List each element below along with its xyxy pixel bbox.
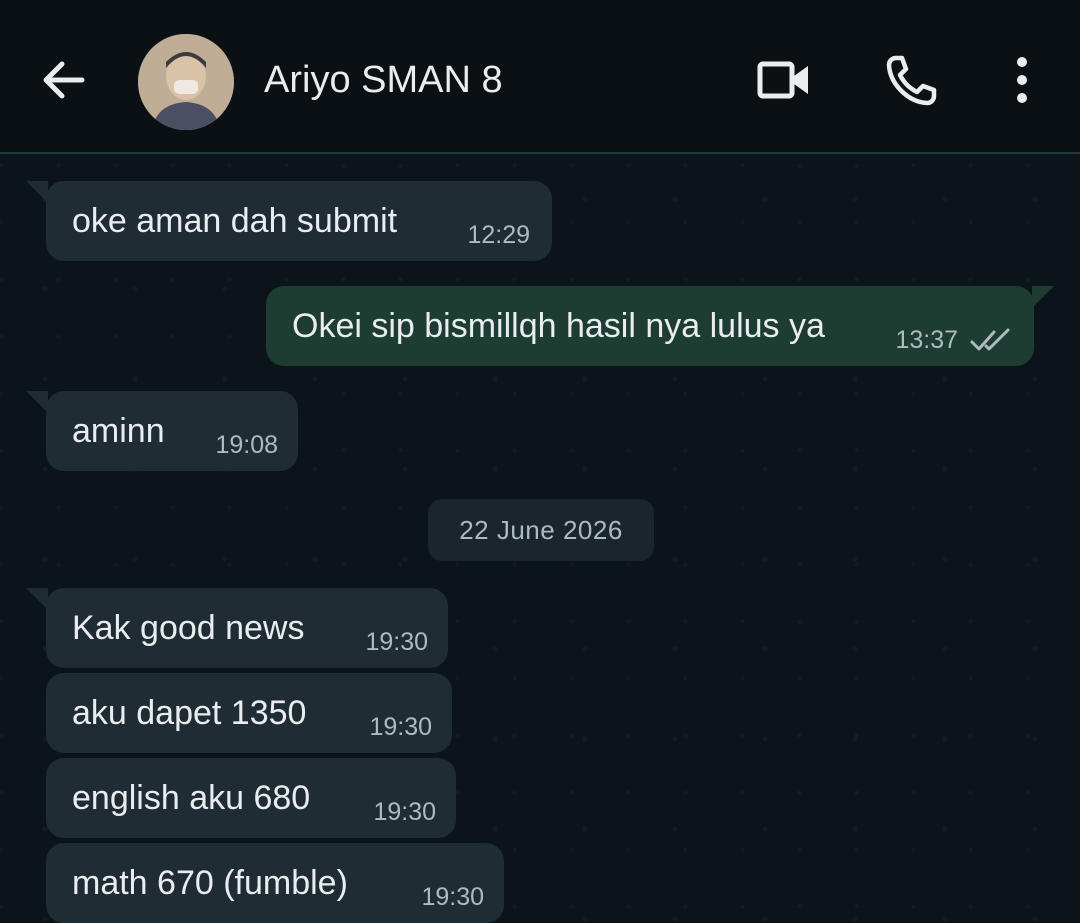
contact-avatar[interactable] — [138, 34, 234, 130]
message-time: 19:30 — [373, 798, 436, 826]
message-text: Kak good news — [72, 609, 305, 647]
message-time: 19:30 — [365, 628, 428, 656]
message-time: 12:29 — [467, 221, 530, 249]
more-options-button[interactable] — [992, 50, 1052, 110]
message-bubble-incoming[interactable]: Kak good news 19:30 — [26, 588, 448, 668]
avatar-photo — [138, 34, 234, 130]
message-bubble-outgoing[interactable]: Okei sip bismillqh hasil nya lulus ya 13… — [266, 286, 1054, 366]
message-text: oke aman dah submit — [72, 202, 398, 240]
date-separator: 22 June 2026 — [428, 499, 654, 561]
message-text: aminn — [72, 412, 165, 450]
message-text: english aku 680 — [72, 779, 311, 817]
video-call-button[interactable] — [754, 50, 814, 110]
message-bubble-incoming[interactable]: oke aman dah submit 12:29 — [26, 181, 552, 261]
message-time: 13:37 — [895, 326, 958, 354]
message-bubble-incoming[interactable]: math 670 (fumble) 19:30 — [46, 843, 504, 923]
message-bubble-incoming[interactable]: english aku 680 19:30 — [46, 758, 456, 838]
message-time: 19:08 — [215, 431, 278, 459]
voice-call-icon — [886, 55, 937, 106]
double-check-read-icon — [970, 328, 1010, 351]
message-bubble-incoming[interactable]: aku dapet 1350 19:30 — [46, 673, 452, 753]
message-time: 19:30 — [421, 883, 484, 911]
back-arrow-icon — [43, 61, 85, 99]
chat-header: Ariyo SMAN 8 — [0, 0, 1080, 154]
video-call-icon — [757, 61, 808, 99]
message-text: math 670 (fumble) — [72, 864, 348, 902]
back-button[interactable] — [36, 52, 92, 108]
message-time: 19:30 — [369, 713, 432, 741]
message-text: Okei sip bismillqh hasil nya lulus ya — [292, 307, 825, 345]
chat-area[interactable]: oke aman dah submit 12:29 Okei sip bismi… — [0, 154, 1080, 923]
voice-call-button[interactable] — [882, 50, 942, 110]
message-text: aku dapet 1350 — [72, 694, 307, 732]
contact-name[interactable]: Ariyo SMAN 8 — [264, 56, 503, 104]
more-options-icon — [1017, 57, 1027, 103]
message-bubble-incoming[interactable]: aminn 19:08 — [26, 391, 298, 471]
